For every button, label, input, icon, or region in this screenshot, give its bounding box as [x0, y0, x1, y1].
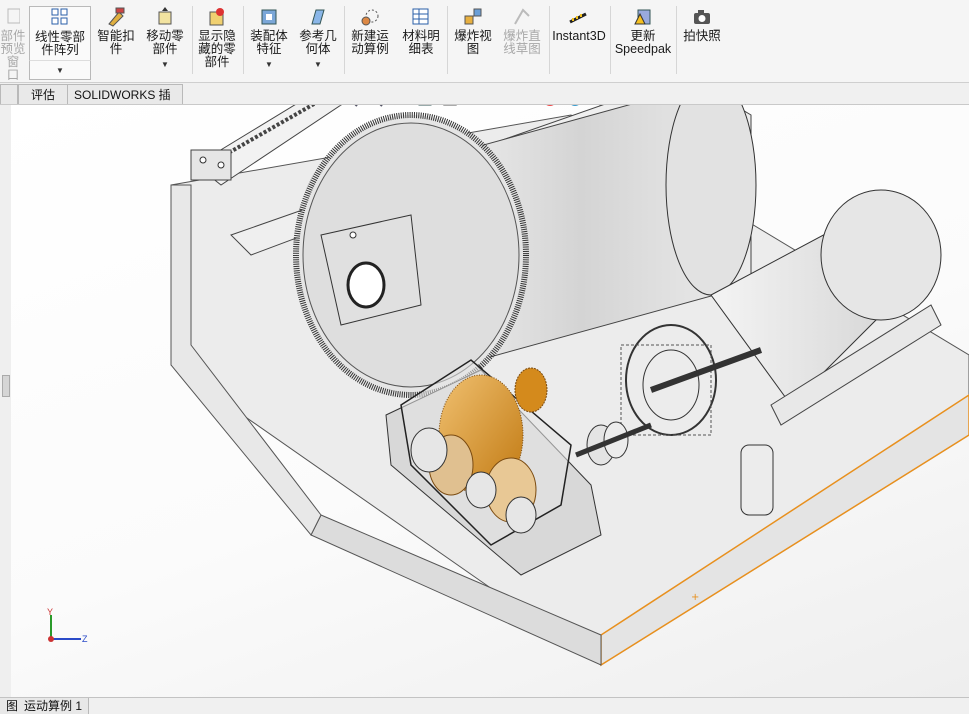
heads-up-view-toolbar: [341, 105, 701, 111]
origin-marker: +: [691, 592, 699, 603]
assembly-features-icon: [258, 6, 280, 28]
edit-appearance-icon[interactable]: [541, 105, 559, 108]
assembly-features-button[interactable]: 装配体 特征 ▼: [246, 6, 292, 80]
ribbon-separator: [447, 6, 448, 74]
explode-line-sketch-icon: [511, 6, 533, 28]
command-manager-tabs: 评估 SOLIDWORKS 插件: [0, 83, 969, 122]
bill-of-materials-icon: [410, 6, 432, 28]
update-speedpak-button[interactable]: 更新 Speedpak: [612, 6, 674, 80]
tab-solidworks-addins[interactable]: SOLIDWORKS 插件: [67, 84, 183, 122]
bottom-tab-bar: 图 运动算例 1: [0, 697, 969, 714]
smart-fasteners-button[interactable]: 智能扣 件: [93, 6, 139, 80]
take-snapshot-button[interactable]: 拍快照: [678, 6, 726, 80]
show-hidden-components-button[interactable]: 显示隐 藏的零 部件: [194, 6, 240, 80]
exploded-view-icon: [462, 6, 484, 28]
linear-pattern-icon: [49, 7, 71, 29]
triad-y-label: Y: [47, 607, 54, 617]
command-manager-ribbon: 部件 预览窗 口 线性零部 件阵列 ▼ 智能扣 件 移动零 部件 ▼ 显示隐 藏…: [0, 0, 969, 83]
ribbon-separator: [549, 6, 550, 74]
previous-view-icon[interactable]: [391, 105, 409, 108]
chevron-down-icon: ▼: [56, 66, 64, 75]
chevron-down-icon[interactable]: ▼: [314, 58, 322, 71]
motion-study-icon: [359, 6, 381, 28]
assembly-model-drawing[interactable]: +: [11, 105, 969, 697]
zoom-to-fit-icon[interactable]: [341, 105, 359, 108]
exploded-view-button[interactable]: 爆炸视 图: [450, 6, 496, 80]
camera-icon: [691, 6, 713, 28]
panel-splitter-handle[interactable]: [2, 375, 10, 397]
section-view-icon[interactable]: [416, 105, 434, 108]
move-component-icon: [154, 6, 176, 28]
ribbon-separator: [610, 6, 611, 74]
bill-of-materials-button[interactable]: 材料明 细表: [398, 6, 444, 80]
ribbon-separator: [192, 6, 193, 74]
tab-motion-study-1[interactable]: 运动算例 1: [18, 698, 90, 714]
graphics-area[interactable]: + ◧ ◨ Y Z: [11, 105, 969, 697]
triad-z-label: Z: [82, 634, 88, 644]
ribbon-separator: [344, 6, 345, 74]
move-component-button[interactable]: 移动零 部件 ▼: [141, 6, 189, 80]
linear-pattern-dropdown[interactable]: ▼: [29, 60, 91, 80]
explode-line-sketch-button[interactable]: 爆炸直 线草图: [498, 6, 546, 80]
instant3d-icon: [568, 6, 590, 28]
ribbon-separator: [243, 6, 244, 74]
chevron-down-icon[interactable]: ▼: [265, 58, 273, 71]
speedpak-icon: [632, 6, 654, 28]
reference-geometry-button[interactable]: 参考几 何体 ▼: [295, 6, 341, 80]
component-preview-icon: [6, 6, 21, 28]
component-preview-button[interactable]: 部件 预览窗 口: [0, 6, 26, 82]
smart-fasteners-icon: [105, 6, 127, 28]
reference-triad: Y Z: [45, 607, 89, 647]
view-orientation-icon[interactable]: [466, 105, 484, 108]
view-settings-icon[interactable]: [591, 105, 609, 108]
zoom-to-area-icon[interactable]: [366, 105, 384, 108]
reference-geometry-icon: [307, 6, 329, 28]
display-style-icon[interactable]: [491, 105, 509, 108]
hide-show-items-icon[interactable]: [516, 105, 534, 108]
dynamic-annotation-icon[interactable]: [441, 105, 459, 108]
chevron-down-icon[interactable]: ▼: [161, 58, 169, 71]
new-motion-study-button[interactable]: 新建运 动算例: [346, 6, 394, 80]
tab-model[interactable]: 图: [0, 698, 19, 714]
ribbon-separator: [676, 6, 677, 74]
instant3d-button[interactable]: Instant3D: [551, 6, 607, 80]
tab-partial[interactable]: [0, 84, 18, 104]
apply-scene-icon[interactable]: [566, 105, 584, 108]
tab-evaluate[interactable]: 评估: [18, 84, 68, 104]
show-hidden-icon: [206, 6, 228, 28]
